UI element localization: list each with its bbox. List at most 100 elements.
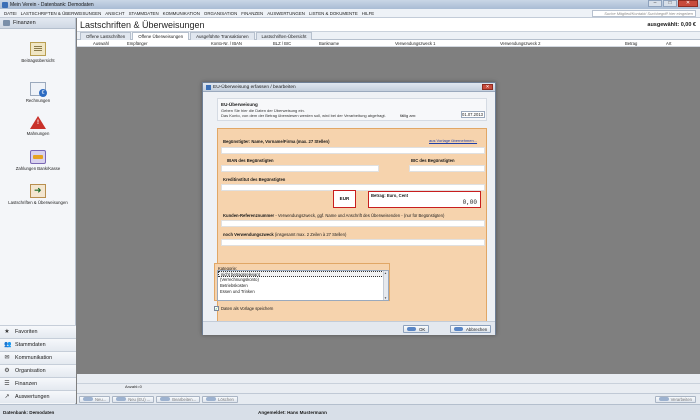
nav-favoriten[interactable]: ★ Favoriten: [0, 325, 76, 338]
maximize-button[interactable]: □: [663, 0, 677, 7]
nav-kommunikation[interactable]: ✉ Kommunikation: [0, 351, 76, 364]
category-scrollbar[interactable]: [383, 271, 388, 300]
edit-button-label: Bearbeiten...: [172, 396, 197, 402]
dialog-close-button[interactable]: ✕: [482, 84, 493, 90]
reference-label-text: Kunden-Referenznummer: [223, 213, 275, 218]
edit-icon: [160, 397, 171, 401]
sidebar-item-label: Beitragsübersicht: [21, 58, 55, 63]
column-header[interactable]: Betrag: [625, 40, 637, 47]
reference-input[interactable]: [221, 220, 485, 227]
new-button[interactable]: Neu...: [79, 395, 111, 403]
global-search-input[interactable]: Suche Mitglied/Kontakt/ Suchbegriff hier…: [592, 10, 696, 17]
save-template-checkbox[interactable]: ✓: [214, 306, 219, 311]
amount-field[interactable]: Betrag: Euro, Cent 0,00: [368, 191, 481, 208]
due-date-field[interactable]: 01.07.2013: [461, 111, 485, 118]
mail-icon: ✉: [4, 355, 10, 361]
tab-offene-ueberweisungen[interactable]: Offene Überweisungen: [132, 32, 190, 40]
coins-icon: ☰: [4, 381, 10, 387]
sidebar-item-zahlungen[interactable]: Zahlungen Bank/Kasse: [0, 150, 76, 171]
column-header[interactable]: Auswahl: [93, 40, 109, 47]
nav-label: Auswertungen: [15, 394, 50, 400]
column-header[interactable]: Verwendungszweck 2: [500, 40, 541, 47]
list-item[interactable]: Essen und Trinken: [218, 289, 388, 295]
delete-icon: [206, 397, 217, 401]
purpose-label-text: noch Verwendungszweck: [223, 232, 274, 237]
process-button[interactable]: Verarbeiten: [654, 395, 696, 403]
dialog-titlebar: EU-Überweisung erfassen / bearbeiten ✕: [203, 83, 495, 92]
menu-datei[interactable]: DATEI: [4, 11, 17, 16]
cancel-button[interactable]: Abbrechen: [450, 325, 492, 333]
nav-auswertungen[interactable]: ↗ Auswertungen: [0, 390, 76, 403]
amount-label: Betrag: Euro, Cent: [371, 193, 408, 198]
menu-kommunikation[interactable]: KOMMUNIKATION: [163, 11, 200, 16]
sidebar-item-label: Mahnungen: [26, 131, 50, 136]
sidebar-item-mahnungen[interactable]: Mahnungen: [0, 116, 76, 136]
sidebar-item-label: Rechnungen: [25, 98, 51, 103]
intro-text-2: Das Konto, von dem der Betrag überwiesen…: [221, 113, 386, 118]
add-icon: [83, 397, 93, 401]
bank-label: Kreditinstitut des Begünstigten: [223, 177, 286, 182]
minimize-button[interactable]: –: [648, 0, 662, 7]
warning-icon: [30, 116, 46, 129]
star-icon: ★: [4, 329, 10, 335]
column-header[interactable]: Konto-Nr. / IBAN: [211, 40, 242, 47]
ok-button-label: OK: [419, 326, 426, 332]
menu-finanzen[interactable]: FINANZEN: [241, 11, 263, 16]
menu-ansicht[interactable]: ANSICHT: [105, 11, 124, 16]
menu-listen[interactable]: LISTEN & DOKUMENTE: [309, 11, 358, 16]
tab-offene-lastschriften[interactable]: Offene Lastschriften: [80, 32, 132, 40]
menu-organisation[interactable]: ORGANISATION: [204, 11, 237, 16]
selected-sum: ausgewählt: 0,00 €: [647, 22, 696, 28]
close-button[interactable]: ✕: [678, 0, 698, 7]
column-header[interactable]: Bankname: [319, 40, 339, 47]
ok-button[interactable]: OK: [403, 325, 430, 333]
add-icon: [116, 397, 127, 401]
nav-label: Organisation: [15, 368, 46, 374]
nav-finanzen[interactable]: ☰ Finanzen: [0, 377, 76, 390]
new-eu-button-label: Neu (EU) ...: [128, 396, 151, 402]
nav-label: Favoriten: [15, 329, 38, 335]
delete-button[interactable]: Löschen: [202, 395, 238, 403]
save-template-row[interactable]: ✓ Daten als Vorlage speichern: [214, 306, 273, 311]
invoice-icon: [30, 82, 47, 97]
currency-field: EUR: [333, 190, 356, 208]
bic-input[interactable]: [409, 165, 485, 172]
bic-label: BIC des Begünstigten: [411, 158, 455, 163]
purpose-input[interactable]: [221, 239, 485, 246]
menu-stammdaten[interactable]: STAMMDATEN: [129, 11, 159, 16]
beneficiary-name-input[interactable]: [221, 147, 485, 154]
menu-hilfe[interactable]: HILFE: [362, 11, 374, 16]
new-button-label: Neu...: [95, 396, 107, 402]
column-header[interactable]: Art: [666, 40, 671, 47]
process-button-label: Verarbeiten: [670, 396, 692, 402]
nav-organisation[interactable]: ⚙ Organisation: [0, 364, 76, 377]
process-icon: [658, 397, 669, 401]
sidebar-item-rechnungen[interactable]: Rechnungen: [0, 82, 76, 103]
column-header[interactable]: BLZ / BIC: [273, 40, 291, 47]
finance-icon: [3, 20, 10, 26]
column-header[interactable]: Empfänger: [127, 40, 147, 47]
reference-hint: - Verwendungszweck, ggf. Name und Anschr…: [274, 213, 445, 218]
template-link[interactable]: aus Vorlage übernehmen...: [429, 138, 477, 143]
nav-stammdaten[interactable]: 👥 Stammdaten: [0, 338, 76, 351]
edit-button[interactable]: Bearbeiten...: [156, 395, 201, 403]
cash-icon: [30, 150, 46, 164]
new-eu-button[interactable]: Neu (EU) ...: [112, 395, 155, 403]
menu-lastschriften[interactable]: LASTSCHRIFTEN & ÜBERWEISUNGEN: [21, 11, 102, 16]
iban-input[interactable]: [221, 165, 379, 172]
tab-ausgefuehrte-transaktionen[interactable]: Ausgeführte Transaktionen: [190, 32, 255, 40]
sidebar-item-beitragsuebersicht[interactable]: Beitragsübersicht: [0, 42, 76, 63]
category-list[interactable]: nicht betragsrelevant (Verrechnungskonto…: [217, 270, 389, 301]
category-panel: Kategorie: nicht betragsrelevant (Verrec…: [214, 263, 390, 301]
ok-icon: [407, 327, 416, 331]
purpose-hint: (insgesamt max. 2 Zeilen à 27 Stellen): [273, 232, 347, 237]
cancel-button-label: Abbrechen: [466, 326, 488, 332]
dialog-app-icon: [206, 84, 211, 90]
tab-lastschriften-uebersicht[interactable]: Lastschriften-Übersicht: [255, 32, 313, 40]
column-header[interactable]: Verwendungszweck 1: [395, 40, 436, 47]
sidebar-item-lastschriften[interactable]: Lastschriften & Überweisungen: [0, 184, 76, 205]
sidebar-header: Finanzen: [0, 18, 75, 29]
app-icon: [2, 1, 8, 8]
sidebar-item-label: Zahlungen Bank/Kasse: [15, 166, 61, 171]
menu-auswertungen[interactable]: AUSWERTUNGEN: [267, 11, 305, 16]
